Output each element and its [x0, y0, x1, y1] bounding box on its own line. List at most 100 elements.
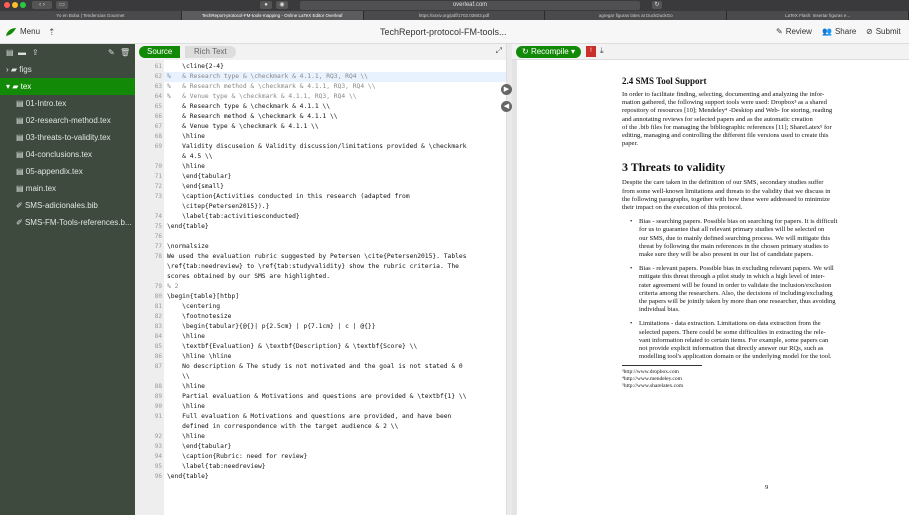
recompile-button[interactable]: ↻ Recompile ▾ — [516, 46, 581, 58]
code-line[interactable]: % & Venue type & \checkmark & 4.1.1, RQ3… — [167, 92, 357, 102]
code-line[interactable]: \caption{Activities conducted in this re… — [167, 192, 409, 202]
download-pdf-icon[interactable]: ⤓ — [600, 46, 604, 56]
code-line[interactable]: scores obtained by our SMS are highlight… — [167, 272, 330, 282]
code-line[interactable]: \hline — [167, 402, 205, 412]
code-line[interactable]: & Research type & \checkmark & 4.1.1 \\ — [167, 102, 330, 112]
code-line[interactable]: \centering — [167, 302, 220, 312]
share-button[interactable]: 👥 Share — [822, 25, 856, 39]
upload-icon[interactable]: ⇪ — [32, 44, 39, 61]
line-number: 70 — [154, 163, 162, 170]
line-number: 92 — [154, 433, 162, 440]
code-line[interactable]: & Venue type & \checkmark & 4.1.1 \\ — [167, 122, 319, 132]
upload-arrow-icon[interactable]: ⇡ — [48, 25, 56, 39]
line-number: 90 — [154, 403, 162, 410]
delete-icon[interactable]: 🗑 — [120, 44, 130, 61]
code-line[interactable]: \hline — [167, 432, 205, 442]
code-line[interactable]: \begin{table}[htbp] — [167, 292, 239, 302]
close-window-icon[interactable] — [4, 2, 10, 8]
menu-button[interactable]: Menu — [5, 25, 40, 39]
sidebar-toggle-icon[interactable]: ▭ — [56, 1, 68, 9]
code-line[interactable]: % & Research type & \checkmark & 4.1.1, … — [167, 72, 368, 82]
code-line[interactable]: \footnotesize — [167, 312, 231, 322]
code-line[interactable]: \normalsize — [167, 242, 209, 252]
code-line[interactable]: \caption{Rubric: need for review} — [167, 452, 307, 462]
maximize-window-icon[interactable] — [20, 2, 26, 8]
bullet-line: criteria among the researchers. Also, th… — [639, 289, 833, 297]
pdf-page: 2.4 SMS Tool Support In order to facilita… — [517, 60, 909, 515]
section-heading: 3 Threats to validity — [622, 160, 726, 175]
code-line[interactable]: \end{table} — [167, 222, 209, 232]
code-line[interactable]: No description & The study is not motiva… — [167, 362, 463, 372]
browser-tab[interactable]: agregar figuras latex at DuckDuckGo — [545, 11, 728, 20]
code-line[interactable]: \ref{tab:needreview} to \ref{tab:studyva… — [167, 262, 459, 272]
line-number: 93 — [154, 443, 162, 450]
browser-tab[interactable]: https://arxiv.org/pdf/1702.03603.pdf — [363, 11, 546, 20]
code-line[interactable]: \end{small} — [167, 182, 224, 192]
tree-item-4[interactable]: ▤ 03-threats-to-validity.tex — [0, 129, 135, 146]
project-title[interactable]: TechReport-protocol-FM-tools... — [380, 25, 507, 39]
rename-icon[interactable]: ✎ — [108, 44, 115, 61]
code-line[interactable]: \label{tab:needreview} — [167, 462, 265, 472]
tab-source[interactable]: Source — [139, 46, 181, 58]
pdf-preview[interactable]: 2.4 SMS Tool Support In order to facilita… — [512, 60, 909, 515]
tree-item-3[interactable]: ▤ 02-research-method.tex — [0, 112, 135, 129]
code-line[interactable]: \citep{Petersen2015}).} — [167, 202, 269, 212]
logs-icon[interactable]: ! — [586, 46, 596, 57]
code-line[interactable]: \end{table} — [167, 472, 209, 482]
sync-to-pdf-icon[interactable]: ▶ — [501, 84, 512, 95]
code-line[interactable]: Partial evaluation & Motivations and que… — [167, 392, 466, 402]
code-line[interactable]: \\ — [167, 372, 190, 382]
code-line[interactable]: & Research method & \checkmark & 4.1.1 \… — [167, 112, 337, 122]
code-line[interactable]: \label{tab:activitiesconducted} — [167, 212, 300, 222]
sync-to-code-icon[interactable]: ◀ — [501, 101, 512, 112]
reload-icon[interactable]: ↻ — [652, 1, 662, 9]
new-file-icon[interactable]: ▤ — [6, 44, 14, 61]
code-line[interactable]: \cline{2-4} — [167, 62, 224, 72]
tree-item-7[interactable]: ▤ main.tex — [0, 180, 135, 197]
code-line[interactable]: \hline — [167, 132, 205, 142]
review-button[interactable]: ✎ Review — [776, 25, 812, 39]
line-number: 69 — [154, 143, 162, 150]
code-line[interactable]: Full evaluation & Motivations and questi… — [167, 412, 451, 422]
tree-item-6[interactable]: ▤ 05-appendix.tex — [0, 163, 135, 180]
code-line[interactable]: \hline — [167, 332, 205, 342]
code-line[interactable]: \hline \hline — [167, 352, 231, 362]
tree-item-0[interactable]: › ▰ figs — [0, 61, 135, 78]
code-line[interactable]: \hline — [167, 162, 205, 172]
line-number: 77 — [154, 243, 162, 250]
browser-tab-active[interactable]: TechReport-protocol-FM-tools-mapping - O… — [181, 11, 364, 20]
minimize-window-icon[interactable] — [12, 2, 18, 8]
tree-item-1[interactable]: ▾ ▰ tex — [0, 78, 135, 95]
code-line[interactable]: \hline — [167, 382, 205, 392]
line-number: 66 — [154, 113, 162, 120]
submit-button[interactable]: ⊘ Submit — [866, 25, 901, 39]
code-line[interactable]: % & Research method & \checkmark & 4.1.1… — [167, 82, 376, 92]
line-number: 79 — [154, 283, 162, 290]
share-label: Share — [834, 27, 857, 36]
code-line[interactable]: \textbf{Evaluation} & \textbf{Descriptio… — [167, 342, 417, 352]
code-line[interactable]: Validity discuseion & Validity discussio… — [167, 142, 466, 152]
new-folder-icon[interactable]: ▬ — [18, 44, 26, 61]
code-line[interactable]: We used the evaluation rubric suggested … — [167, 252, 467, 262]
tree-item-5[interactable]: ▤ 04-conclusions.tex — [0, 146, 135, 163]
line-number: 74 — [154, 213, 162, 220]
code-line[interactable]: \end{tabular} — [167, 172, 231, 182]
expand-icon[interactable]: ⤢ — [496, 46, 502, 56]
code-line[interactable]: & 4.5 \\ — [167, 152, 212, 162]
tree-item-8[interactable]: ✐ SMS-adicionales.bib — [0, 197, 135, 214]
browser-tab[interactable]: Yo en Boba | Tendencias Gourmet — [0, 11, 182, 20]
browser-tab[interactable]: LaTeX Flash: Insertar figuras e... — [727, 11, 909, 20]
tree-item-2[interactable]: ▤ 01-Intro.tex — [0, 95, 135, 112]
extension-icon[interactable]: ● — [260, 1, 272, 9]
url-bar[interactable]: overleaf.com — [300, 1, 640, 10]
code-line[interactable]: defined in correspondence with the targe… — [167, 422, 398, 432]
bullet-icon: • — [630, 265, 633, 273]
tree-item-9[interactable]: ✐ SMS-FM-Tools-references.b... — [0, 214, 135, 231]
privacy-icon[interactable]: ◉ — [276, 1, 288, 9]
code-line[interactable]: \begin{tabular}{@{}| p{2.5cm} | p{7.1cm}… — [167, 322, 375, 332]
code-line[interactable]: \end{tabular} — [167, 442, 231, 452]
back-forward-icon[interactable]: ‹ › — [32, 1, 52, 9]
tab-rich-text[interactable]: Rich Text — [185, 46, 236, 58]
code-line[interactable]: % 2 — [167, 282, 178, 292]
code-editor[interactable]: \cline{2-4}% & Research type & \checkmar… — [164, 60, 506, 515]
